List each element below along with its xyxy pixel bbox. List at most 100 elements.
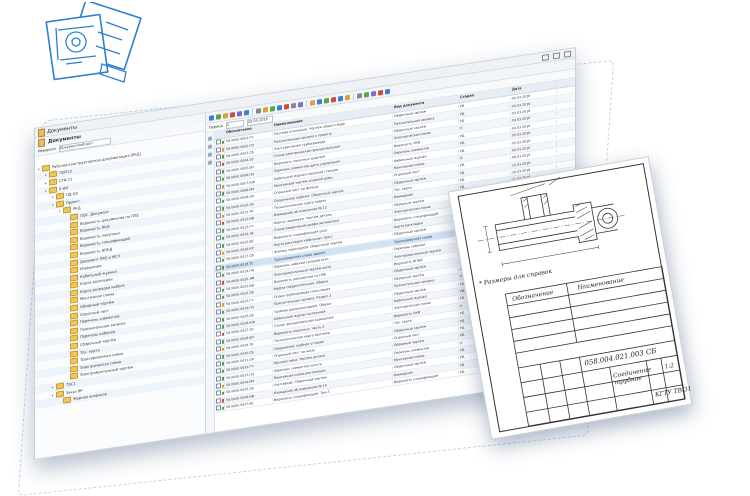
toolbar-button-icon[interactable] [291,102,296,109]
row-checkbox[interactable] [216,346,221,352]
blueprint-logo-icon [45,2,142,83]
side-tool-strip [206,131,215,434]
tree-item-label: 5-НИ [59,185,68,191]
folder-icon [49,178,57,186]
row-checkbox[interactable] [216,301,221,308]
toolbar-button-icon[interactable] [338,95,343,102]
documents-icon [38,127,45,137]
toolbar-button-icon[interactable] [357,92,362,99]
folder-icon [70,312,78,320]
toolbar-button-icon[interactable] [324,97,329,104]
tree-item-label: Журнал вопросов [73,392,107,402]
toolbar-button-icon[interactable] [371,90,376,97]
row-checkbox[interactable] [216,190,221,197]
row-checkbox[interactable] [216,338,221,345]
toolbar-button-icon[interactable] [364,91,369,98]
toolbar-separator [353,92,354,100]
tree-panel: Документы Иерархия Документооборот ▾ Рабо… [35,113,206,459]
row-checkbox[interactable] [216,383,221,389]
toolbar-button-icon[interactable] [284,103,289,110]
tree-item-label: ТЭС1 [66,381,76,388]
folder-icon [49,186,57,194]
row-status-cell [215,404,225,413]
folder-icon [70,365,78,373]
period-label: Период [209,123,223,130]
tree-item-label: РКД [73,206,81,212]
maximize-button[interactable] [553,51,560,59]
panel-documents-icon [38,137,45,147]
toolbar-button-icon[interactable] [310,99,315,106]
toolbar-separator [252,107,253,115]
toolbar-button-icon[interactable] [230,111,235,118]
drawing-sheet: * Размеры для справок Обозначение Наимен… [447,156,693,440]
minimize-button[interactable] [542,53,549,61]
column-header[interactable] [215,130,225,139]
row-checkbox[interactable] [216,324,221,330]
row-checkbox[interactable] [216,353,221,360]
toolbar-button-icon[interactable] [345,94,350,101]
row-checkbox[interactable] [216,235,221,242]
hierarchy-label: Иерархия [38,146,56,154]
folder-icon [70,350,78,358]
folder-icon [70,213,78,221]
row-checkbox[interactable] [216,139,221,145]
row-checkbox[interactable] [216,368,221,375]
toolbar-button-icon[interactable] [270,105,275,112]
folder-icon [42,164,50,172]
row-checkbox[interactable] [216,331,221,338]
toolbar-button-icon[interactable] [317,98,322,105]
toolbar-button-icon[interactable] [331,96,336,103]
row-checkbox[interactable] [216,294,221,301]
toolbar-button-icon[interactable] [237,110,242,117]
toolbar-button-icon[interactable] [223,112,228,119]
row-checkbox[interactable] [216,257,221,264]
row-checkbox[interactable] [216,272,221,279]
row-checkbox[interactable] [216,309,221,315]
folder-icon [63,396,71,404]
row-checkbox[interactable] [216,213,221,219]
folder-icon [56,390,64,398]
row-checkbox[interactable] [216,220,221,227]
row-checkbox[interactable] [216,279,221,286]
row-checkbox[interactable] [216,198,221,205]
row-checkbox[interactable] [216,375,221,382]
side-tool-icon[interactable] [208,136,212,141]
row-checkbox[interactable] [216,168,221,175]
toolbar-button-icon[interactable] [298,101,303,108]
row-checkbox[interactable] [216,161,221,168]
toolbar-button-icon[interactable] [385,88,390,95]
side-tool-icon[interactable] [208,160,212,165]
row-checkbox[interactable] [216,360,221,367]
folder-icon [70,327,78,335]
folder-icon [70,258,78,267]
row-checkbox[interactable] [216,390,221,397]
toolbar-button-icon[interactable] [256,107,261,114]
row-checkbox[interactable] [216,250,221,256]
row-checkbox[interactable] [216,242,221,249]
row-checkbox[interactable] [216,176,221,182]
row-checkbox[interactable] [216,205,221,212]
row-checkbox[interactable] [216,183,221,190]
row-checkbox[interactable] [216,154,221,160]
row-checkbox[interactable] [216,405,221,412]
folder-icon [70,289,78,297]
row-checkbox[interactable] [216,316,221,323]
toolbar-button-icon[interactable] [209,114,214,121]
side-tool-icon[interactable] [208,152,212,157]
folder-icon [70,220,78,229]
close-button[interactable] [564,50,571,58]
toolbar-button-icon[interactable] [216,113,221,120]
row-checkbox[interactable] [216,287,221,293]
tree-item-label: ПД ОЗ [66,191,78,198]
row-checkbox[interactable] [216,227,221,234]
toolbar-button-icon[interactable] [244,109,249,116]
row-checkbox[interactable] [216,397,221,404]
row-checkbox[interactable] [216,264,221,271]
row-checkbox[interactable] [216,146,221,153]
toolbar-button-icon[interactable] [277,104,282,111]
toolbar-button-icon[interactable] [263,106,268,113]
side-tool-icon[interactable] [208,144,212,149]
folder-icon [70,274,78,282]
folder-icon [56,200,64,208]
toolbar-button-icon[interactable] [378,89,383,96]
